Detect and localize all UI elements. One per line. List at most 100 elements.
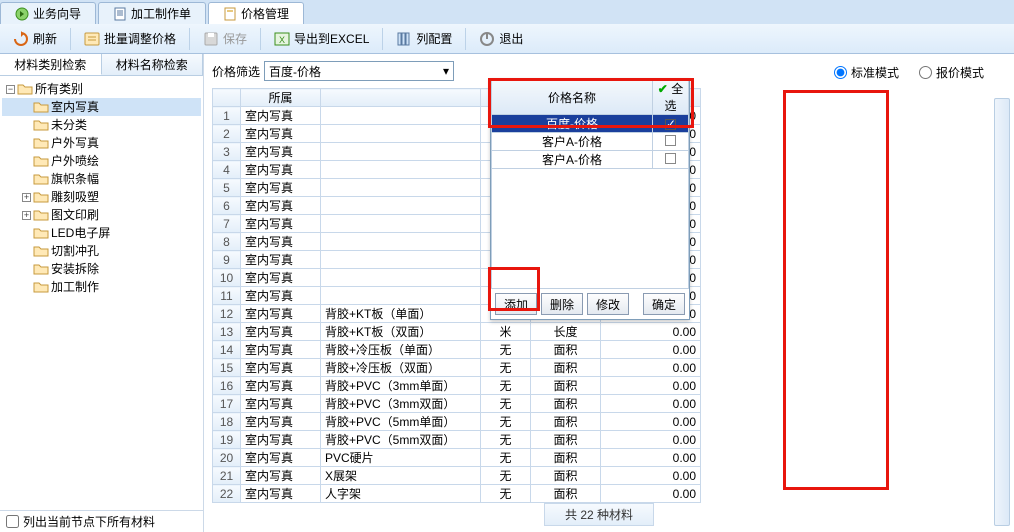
cell-name[interactable] xyxy=(321,143,481,161)
table-row[interactable]: 21室内写真X展架无面积0.00 xyxy=(213,467,701,485)
col-config-button[interactable]: 列配置 xyxy=(389,27,459,50)
table-row[interactable]: 22室内写真人字架无面积0.00 xyxy=(213,485,701,503)
cell-calc[interactable]: 长度 xyxy=(531,323,601,341)
popup-delete-button[interactable]: 删除 xyxy=(541,293,583,315)
tree-node[interactable]: +加工制作 xyxy=(2,278,201,296)
cell-category[interactable]: 室内写真 xyxy=(241,395,321,413)
popup-ok-button[interactable]: 确定 xyxy=(643,293,685,315)
cell-calc[interactable]: 面积 xyxy=(531,413,601,431)
cell-unit[interactable]: 无 xyxy=(481,485,531,503)
vertical-scrollbar[interactable] xyxy=(994,98,1010,526)
table-row[interactable]: 19室内写真背胶+PVC（5mm双面）无面积0.00 xyxy=(213,431,701,449)
table-row[interactable]: 18室内写真背胶+PVC（5mm单面）无面积0.00 xyxy=(213,413,701,431)
radio-standard[interactable] xyxy=(834,66,847,79)
cell-unit[interactable]: 无 xyxy=(481,413,531,431)
cell-unit[interactable]: 无 xyxy=(481,449,531,467)
tree-node[interactable]: +切割冲孔 xyxy=(2,242,201,260)
category-tree[interactable]: − 所有类别 +室内写真+未分类+户外写真+户外喷绘+旗帜条幅+雕刻吸塑+图文印… xyxy=(0,76,203,510)
tree-node[interactable]: +户外喷绘 xyxy=(2,152,201,170)
cell-category[interactable]: 室内写真 xyxy=(241,323,321,341)
col-category[interactable]: 所属 xyxy=(241,89,321,107)
cell-price[interactable]: 0.00 xyxy=(601,413,701,431)
export-excel-button[interactable]: X 导出到EXCEL xyxy=(267,27,376,50)
cell-category[interactable]: 室内写真 xyxy=(241,287,321,305)
table-row[interactable]: 14室内写真背胶+冷压板（单面）无面积0.00 xyxy=(213,341,701,359)
table-row[interactable]: 15室内写真背胶+冷压板（双面）无面积0.00 xyxy=(213,359,701,377)
cell-category[interactable]: 室内写真 xyxy=(241,251,321,269)
tree-node[interactable]: +未分类 xyxy=(2,116,201,134)
cell-name[interactable] xyxy=(321,161,481,179)
mode-standard[interactable]: 标准模式 xyxy=(834,64,899,81)
cell-category[interactable]: 室内写真 xyxy=(241,305,321,323)
tree-node[interactable]: +安装拆除 xyxy=(2,260,201,278)
save-button[interactable]: 保存 xyxy=(196,27,254,50)
table-row[interactable]: 20室内写真PVC硬片无面积0.00 xyxy=(213,449,701,467)
popup-item-check[interactable] xyxy=(653,151,689,169)
expand-icon[interactable]: + xyxy=(22,193,31,202)
popup-row[interactable]: 百度-价格✓ xyxy=(492,115,689,133)
popup-item-name[interactable]: 客户A-价格 xyxy=(492,133,653,151)
cell-unit[interactable]: 无 xyxy=(481,431,531,449)
cell-name[interactable]: 背胶+KT板（双面） xyxy=(321,323,481,341)
mode-quote[interactable]: 报价模式 xyxy=(919,64,984,81)
popup-row[interactable]: 客户A-价格 xyxy=(492,133,689,151)
cell-name[interactable] xyxy=(321,179,481,197)
cell-price[interactable]: 0.00 xyxy=(601,431,701,449)
cell-category[interactable]: 室内写真 xyxy=(241,431,321,449)
popup-item-check[interactable]: ✓ xyxy=(653,115,689,133)
refresh-button[interactable]: 刷新 xyxy=(6,27,64,50)
col-rownum[interactable] xyxy=(213,89,241,107)
cell-category[interactable]: 室内写真 xyxy=(241,377,321,395)
tab-business-wizard[interactable]: 业务向导 xyxy=(0,2,96,24)
popup-modify-button[interactable]: 修改 xyxy=(587,293,629,315)
cell-name[interactable]: 人字架 xyxy=(321,485,481,503)
cell-name[interactable] xyxy=(321,251,481,269)
cell-category[interactable]: 室内写真 xyxy=(241,143,321,161)
cell-name[interactable]: X展架 xyxy=(321,467,481,485)
collapse-icon[interactable]: − xyxy=(6,85,15,94)
cell-name[interactable]: PVC硬片 xyxy=(321,449,481,467)
cell-name[interactable] xyxy=(321,197,481,215)
popup-col-name[interactable]: 价格名称 xyxy=(492,80,653,115)
cell-name[interactable] xyxy=(321,287,481,305)
tree-node[interactable]: +室内写真 xyxy=(2,98,201,116)
cell-price[interactable]: 0.00 xyxy=(601,395,701,413)
price-filter-select[interactable]: 百度-价格 ▾ xyxy=(264,61,454,81)
cell-category[interactable]: 室内写真 xyxy=(241,179,321,197)
cell-category[interactable]: 室内写真 xyxy=(241,269,321,287)
cell-calc[interactable]: 面积 xyxy=(531,395,601,413)
cell-price[interactable]: 0.00 xyxy=(601,485,701,503)
cell-calc[interactable]: 面积 xyxy=(531,377,601,395)
cell-unit[interactable]: 无 xyxy=(481,341,531,359)
cell-category[interactable]: 室内写真 xyxy=(241,359,321,377)
cell-category[interactable]: 室内写真 xyxy=(241,233,321,251)
side-tab-category[interactable]: 材料类别检索 xyxy=(0,54,102,75)
cell-name[interactable]: 背胶+PVC（3mm单面） xyxy=(321,377,481,395)
cell-price[interactable]: 0.00 xyxy=(601,341,701,359)
cell-category[interactable]: 室内写真 xyxy=(241,485,321,503)
cell-category[interactable]: 室内写真 xyxy=(241,341,321,359)
cell-unit[interactable]: 无 xyxy=(481,359,531,377)
popup-add-button[interactable]: 添加 xyxy=(495,293,537,315)
cell-name[interactable] xyxy=(321,125,481,143)
cell-category[interactable]: 室内写真 xyxy=(241,125,321,143)
cell-price[interactable]: 0.00 xyxy=(601,323,701,341)
cell-name[interactable] xyxy=(321,107,481,125)
cell-name[interactable] xyxy=(321,269,481,287)
cell-category[interactable]: 室内写真 xyxy=(241,413,321,431)
table-row[interactable]: 16室内写真背胶+PVC（3mm单面）无面积0.00 xyxy=(213,377,701,395)
cell-unit[interactable]: 无 xyxy=(481,395,531,413)
cell-price[interactable]: 0.00 xyxy=(601,359,701,377)
cell-name[interactable]: 背胶+PVC（5mm双面） xyxy=(321,431,481,449)
cell-category[interactable]: 室内写真 xyxy=(241,161,321,179)
cell-name[interactable]: 背胶+冷压板（单面） xyxy=(321,341,481,359)
cell-category[interactable]: 室内写真 xyxy=(241,449,321,467)
tree-node[interactable]: +户外写真 xyxy=(2,134,201,152)
expand-icon[interactable]: + xyxy=(22,211,31,220)
cell-category[interactable]: 室内写真 xyxy=(241,467,321,485)
cell-name[interactable]: 背胶+冷压板（双面） xyxy=(321,359,481,377)
tree-node[interactable]: +图文印刷 xyxy=(2,206,201,224)
exit-button[interactable]: 退出 xyxy=(472,27,530,50)
cell-unit[interactable]: 无 xyxy=(481,467,531,485)
cell-category[interactable]: 室内写真 xyxy=(241,107,321,125)
